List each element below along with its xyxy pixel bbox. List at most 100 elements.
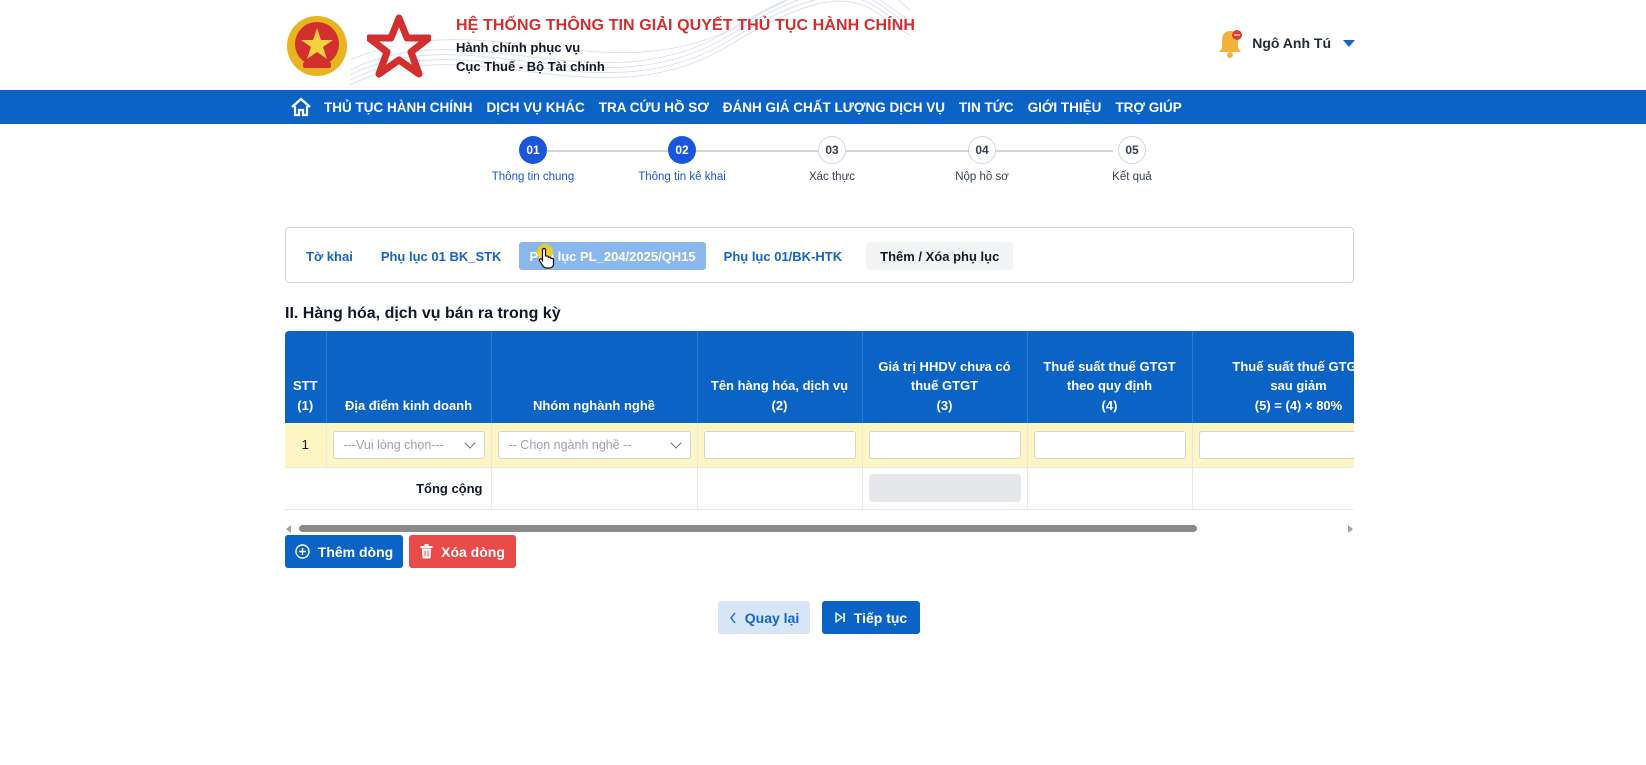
- step-label: Xác thực: [808, 171, 856, 183]
- step-3[interactable]: 03 Xác thực: [777, 136, 887, 183]
- nav-item-tin-tuc[interactable]: TIN TỨC: [959, 100, 1014, 115]
- total-value-field: [868, 474, 1021, 502]
- tax-rate-input[interactable]: [1033, 430, 1186, 459]
- chevron-down-icon: [669, 437, 682, 449]
- value-input[interactable]: [868, 430, 1021, 459]
- header-line: theo quy định: [1066, 378, 1153, 393]
- col-header-reduced-rate: Thuế suất thuế GTGT sau giảm (5) = (4) ×…: [1192, 331, 1354, 423]
- tab-phu-luc-bk-htk[interactable]: Phụ lục 01/BK-HTK: [714, 242, 852, 270]
- row-stt: 1: [285, 423, 327, 468]
- col-header-tax-rate: Thuế suất thuế GTGT theo quy định (4): [1027, 331, 1193, 423]
- nav-item-dich-vu-khac[interactable]: DỊCH VỤ KHÁC: [487, 100, 585, 115]
- col-header-location: Địa điểm kinh doanh: [326, 331, 492, 423]
- nav-item-thu-tuc-hanh-chinh[interactable]: THỦ TỤC HÀNH CHÍNH: [324, 100, 473, 115]
- caret-down-icon[interactable]: [1343, 39, 1355, 47]
- next-button[interactable]: Tiếp tục: [822, 601, 920, 634]
- total-empty-cell: [491, 467, 698, 510]
- header-line: STT: [292, 378, 318, 393]
- home-icon[interactable]: [290, 97, 312, 117]
- header-line: (1): [297, 397, 314, 413]
- tab-phu-luc-bk-stk[interactable]: Phụ lục 01 BK_STK: [371, 242, 512, 270]
- site-header: HỆ THỐNG THÔNG TIN GIẢI QUYẾT THỦ TỤC HÀ…: [0, 0, 1646, 90]
- step-2[interactable]: 02 Thông tin kê khai: [627, 136, 737, 183]
- table-header-row: STT (1) Địa điểm kinh doanh Nhóm nghành …: [285, 331, 1354, 423]
- step-5[interactable]: 05 Kết quả: [1077, 136, 1187, 183]
- header-line: (3): [936, 397, 953, 413]
- table-horizontal-scrollbar[interactable]: [285, 524, 1354, 534]
- star-logo-icon: [367, 14, 431, 78]
- bell-icon[interactable]: [1216, 28, 1244, 58]
- header-line: Giá trị HHDV chưa có: [878, 358, 1011, 374]
- hand-cursor-icon: [538, 247, 555, 269]
- total-empty-cell: [1027, 467, 1193, 510]
- industry-select-placeholder: -- Chọn ngành nghề --: [508, 437, 632, 452]
- header-line: Nhóm nghành nghề: [532, 397, 656, 413]
- nav-item-tro-giup[interactable]: TRỢ GIÚP: [1115, 100, 1181, 115]
- nav-item-gioi-thieu[interactable]: GIỚI THIỆU: [1028, 100, 1102, 115]
- total-label: Tổng cộng: [285, 467, 492, 510]
- scrollbar-thumb[interactable]: [299, 525, 1197, 532]
- cell-industry: -- Chọn ngành nghề --: [491, 423, 698, 468]
- chevron-down-icon: [463, 437, 476, 449]
- header-line: (4): [1101, 397, 1118, 413]
- back-label: Quay lại: [744, 609, 800, 626]
- user-name[interactable]: Ngô Anh Tú: [1252, 35, 1331, 51]
- total-empty-cell: [697, 467, 863, 510]
- col-header-value: Giá trị HHDV chưa có thuế GTGT (3): [862, 331, 1028, 423]
- industry-select[interactable]: -- Chọn ngành nghề --: [497, 430, 691, 459]
- next-label: Tiếp tục: [853, 609, 908, 626]
- scroll-left-arrow-icon[interactable]: [286, 525, 291, 533]
- reduced-rate-input[interactable]: [1198, 430, 1354, 459]
- chevron-left-icon: [729, 612, 736, 623]
- location-select-placeholder: ---Vui lòng chọn---: [343, 437, 444, 452]
- header-titles: HỆ THỐNG THÔNG TIN GIẢI QUYẾT THỦ TỤC HÀ…: [456, 17, 915, 74]
- cell-value: [862, 423, 1028, 468]
- total-value-cell: [862, 467, 1028, 510]
- header-subtitle-1: Hành chính phục vụ: [456, 40, 581, 55]
- step-label: Thông tin chung: [491, 171, 575, 183]
- cell-tax-rate: [1027, 423, 1193, 468]
- goods-table: STT (1) Địa điểm kinh doanh Nhóm nghành …: [285, 331, 1354, 510]
- step-number: 04: [968, 136, 996, 164]
- step-number: 05: [1118, 136, 1146, 164]
- step-label: Kết quả: [1112, 171, 1152, 183]
- step-number: 02: [668, 136, 696, 164]
- col-header-goods-name: Tên hàng hóa, dịch vụ (2): [697, 331, 863, 423]
- header-line: thuế GTGT: [910, 378, 979, 393]
- header-line: sau giảm: [1270, 378, 1327, 393]
- main-nav: THỦ TỤC HÀNH CHÍNH DỊCH VỤ KHÁC TRA CỨU …: [0, 90, 1646, 124]
- goods-table-container: STT (1) Địa điểm kinh doanh Nhóm nghành …: [285, 331, 1354, 511]
- trash-icon: [420, 544, 433, 559]
- delete-row-label: Xóa dòng: [441, 543, 505, 560]
- step-4[interactable]: 04 Nộp hồ sơ: [927, 136, 1037, 183]
- goods-name-input[interactable]: [703, 430, 856, 459]
- user-menu[interactable]: Ngô Anh Tú: [1216, 28, 1355, 58]
- back-button[interactable]: Quay lại: [718, 601, 810, 634]
- system-title: HỆ THỐNG THÔNG TIN GIẢI QUYẾT THỦ TỤC HÀ…: [456, 17, 916, 34]
- nav-item-danh-gia-chat-luong[interactable]: ĐÁNH GIÁ CHẤT LƯỢNG DỊCH VỤ: [723, 100, 945, 115]
- nav-item-tra-cuu-ho-so[interactable]: TRA CỨU HỒ SƠ: [599, 100, 709, 115]
- header-content: HỆ THỐNG THÔNG TIN GIẢI QUYẾT THỦ TỤC HÀ…: [285, 8, 1355, 84]
- delete-row-button[interactable]: Xóa dòng: [409, 535, 516, 568]
- header-subtitle-2: Cục Thuế - Bộ Tài chính: [456, 59, 605, 74]
- add-row-label: Thêm dòng: [317, 543, 394, 560]
- step-number: 03: [818, 136, 846, 164]
- location-select[interactable]: ---Vui lòng chọn---: [332, 430, 485, 459]
- manage-appendix-button[interactable]: Thêm / Xóa phụ lục: [866, 242, 1014, 270]
- total-empty-cell: [1192, 467, 1354, 510]
- tab-to-khai[interactable]: Tờ khai: [296, 242, 363, 270]
- cell-goods-name: [697, 423, 863, 468]
- header-line: Thuế suất thuế GTGT: [1043, 358, 1176, 374]
- total-row: Tổng cộng: [285, 467, 1354, 510]
- skip-forward-icon: [835, 612, 845, 623]
- national-emblem-icon: [287, 16, 347, 76]
- tabs-row: Tờ khai Phụ lục 01 BK_STK Phụ lục PL_204…: [296, 242, 1014, 270]
- plus-circle-icon: [295, 544, 310, 559]
- header-line: Thuế suất thuế GTGT: [1232, 358, 1354, 374]
- step-1[interactable]: 01 Thông tin chung: [478, 136, 588, 183]
- scroll-right-arrow-icon[interactable]: [1348, 525, 1353, 533]
- step-label: Thông tin kê khai: [638, 171, 726, 183]
- add-row-button[interactable]: Thêm dòng: [285, 535, 403, 568]
- header-line: (2): [771, 397, 788, 413]
- section-title: II. Hàng hóa, dịch vụ bán ra trong kỳ: [285, 305, 561, 322]
